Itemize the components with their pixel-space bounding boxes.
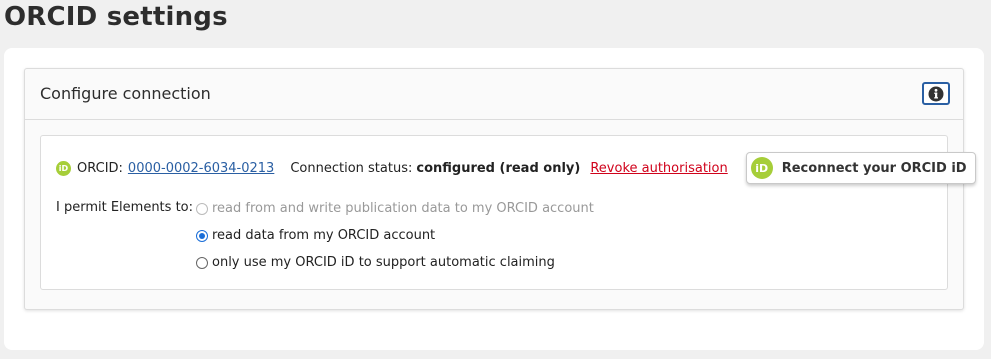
connection-status-label: Connection status: (290, 160, 413, 176)
settings-card: Configure connection iD ORCID: 0000-0002… (4, 48, 984, 350)
orcid-label: ORCID: (77, 160, 123, 176)
reconnect-label: Reconnect your ORCID iD (781, 160, 967, 176)
orcid-icon: iD (56, 160, 71, 176)
permission-option-claiming[interactable]: only use my ORCID iD to support automati… (196, 255, 555, 270)
panel-title: Configure connection (40, 84, 211, 103)
radio-read-only[interactable] (196, 229, 208, 242)
reconnect-orcid-button[interactable]: iD Reconnect your ORCID iD (745, 152, 976, 184)
connection-status-value: configured (read only) (416, 160, 581, 176)
orcid-id-link[interactable]: 0000-0002-6034-0213 (128, 161, 274, 176)
connection-details: iD ORCID: 0000-0002-6034-0213 Connection… (40, 135, 976, 290)
permission-option-read-only[interactable]: read data from my ORCID account (196, 228, 435, 243)
revoke-authorisation-link[interactable]: Revoke authorisation (590, 161, 727, 176)
page-title: ORCID settings (4, 2, 228, 32)
panel-header: Configure connection (25, 69, 963, 120)
radio-claiming[interactable] (196, 256, 208, 269)
info-button[interactable] (922, 82, 950, 105)
orcid-icon: iD (750, 157, 773, 179)
radio-label: read data from my ORCID account (212, 228, 436, 243)
connection-row: iD ORCID: 0000-0002-6034-0213 Connection… (56, 152, 976, 184)
permission-option-read-write: read from and write publication data to … (196, 201, 594, 216)
info-circle-icon (928, 86, 944, 101)
permit-label: I permit Elements to: (56, 200, 193, 215)
configure-connection-panel: Configure connection iD ORCID: 0000-0002… (24, 68, 976, 310)
radio-label: read from and write publication data to … (212, 201, 594, 216)
radio-label: only use my ORCID iD to support automati… (212, 255, 555, 270)
radio-read-write (196, 202, 208, 215)
